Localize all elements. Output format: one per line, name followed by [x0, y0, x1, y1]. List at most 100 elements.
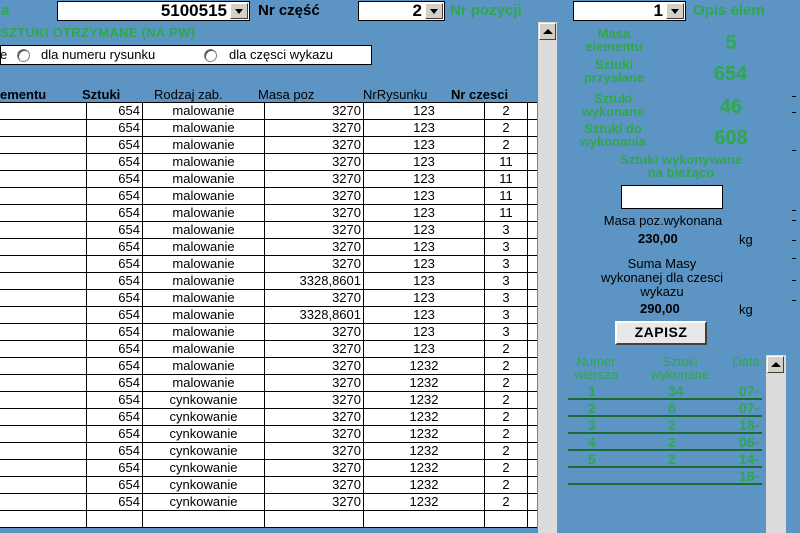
current-pieces-input[interactable] — [621, 185, 723, 209]
part-dropdown-arrow-icon[interactable] — [425, 3, 443, 19]
col-header-element: ementu — [0, 87, 47, 102]
edge-tick — [792, 220, 796, 221]
topbar-left-fragment: a — [1, 2, 10, 19]
save-button[interactable]: ZAPISZ — [615, 321, 707, 345]
cell-drawing: 123 — [363, 256, 484, 272]
table-row[interactable]: 654 malowanie 3270 123 11 — [0, 188, 537, 205]
cell-drawing: 123 — [363, 324, 484, 340]
cell-extra — [527, 409, 537, 425]
cell-part: 3 — [484, 222, 527, 238]
cell-protection: malowanie — [142, 358, 264, 374]
cell-part: 2 — [484, 120, 527, 136]
table-row[interactable]: 654 malowanie 3270 123 2 — [0, 103, 537, 120]
edge-tick — [792, 112, 796, 113]
cell-pieces — [86, 511, 142, 527]
sub-cell-date: 07- — [739, 383, 760, 399]
table-row[interactable]: 654 malowanie 3328,8601 123 3 — [0, 307, 537, 324]
table-row[interactable] — [0, 511, 537, 528]
cell-mass: 3270 — [264, 392, 363, 408]
table-row[interactable]: 654 malowanie 3328,8601 123 3 — [0, 273, 537, 290]
cell-mass: 3270 — [264, 426, 363, 442]
cell-protection: malowanie — [142, 290, 264, 306]
sub-table-row[interactable]: 1 34 07- — [568, 383, 762, 400]
cell-pieces: 654 — [86, 494, 142, 510]
position-combo[interactable]: 1 — [573, 1, 686, 21]
cell-protection: malowanie — [142, 171, 264, 187]
table-row[interactable]: 654 malowanie 3270 1232 2 — [0, 358, 537, 375]
cell-element — [0, 375, 86, 391]
table-row[interactable]: 654 malowanie 3270 123 2 — [0, 120, 537, 137]
table-row[interactable]: 654 malowanie 3270 123 11 — [0, 171, 537, 188]
cell-part: 3 — [484, 273, 527, 289]
table-row[interactable]: 654 malowanie 3270 123 2 — [0, 137, 537, 154]
radio-drawing-label: dla numeru rysunku — [41, 47, 156, 62]
cell-part: 2 — [484, 477, 527, 493]
table-row[interactable]: 654 malowanie 3270 123 3 — [0, 222, 537, 239]
table-row[interactable]: 654 cynkowanie 3270 1232 2 — [0, 494, 537, 511]
sub-table-row[interactable]: 4 2 06- — [568, 434, 762, 451]
position-dropdown-arrow-icon[interactable] — [666, 3, 684, 19]
cell-protection: cynkowanie — [142, 392, 264, 408]
kg-unit-1: kg — [739, 232, 753, 247]
scroll-up-icon[interactable] — [539, 23, 556, 40]
cell-pieces: 654 — [86, 324, 142, 340]
order-number-value: 5100515 — [160, 1, 227, 20]
cell-element — [0, 188, 86, 204]
cell-drawing: 1232 — [363, 409, 484, 425]
table-row[interactable]: 654 malowanie 3270 123 3 — [0, 256, 537, 273]
cell-element — [0, 154, 86, 170]
table-row[interactable]: 654 malowanie 3270 123 2 — [0, 341, 537, 358]
cell-drawing: 123 — [363, 239, 484, 255]
cell-extra — [527, 188, 537, 204]
table-row[interactable]: 654 cynkowanie 3270 1232 2 — [0, 443, 537, 460]
cell-drawing: 123 — [363, 137, 484, 153]
cell-extra — [527, 290, 537, 306]
radio-part-list[interactable] — [204, 49, 217, 62]
radio-drawing-number[interactable] — [17, 49, 30, 62]
table-row[interactable]: 654 cynkowanie 3270 1232 2 — [0, 477, 537, 494]
sub-table-row[interactable]: 5 2 14- — [568, 451, 762, 468]
cell-element — [0, 222, 86, 238]
cell-drawing: 123 — [363, 205, 484, 221]
table-row[interactable]: 654 malowanie 3270 123 3 — [0, 239, 537, 256]
cell-extra — [527, 239, 537, 255]
col-header-pieces: Sztuki — [82, 87, 121, 102]
sub-cell-date: 14- — [739, 451, 760, 467]
cell-extra — [527, 324, 537, 340]
sub-table-row[interactable]: 18- — [568, 468, 762, 485]
cell-element — [0, 290, 86, 306]
cell-part: 11 — [484, 154, 527, 170]
received-table: 654 malowanie 3270 123 2 654 malowanie 3270 123 2… — [0, 102, 537, 528]
table-row[interactable]: 654 malowanie 3270 123 11 — [0, 205, 537, 222]
table-row[interactable]: 654 cynkowanie 3270 1232 2 — [0, 426, 537, 443]
table-row[interactable]: 654 cynkowanie 3270 1232 2 — [0, 392, 537, 409]
cell-drawing: 1232 — [363, 392, 484, 408]
cell-part: 3 — [484, 256, 527, 272]
table-row[interactable]: 654 cynkowanie 3270 1232 2 — [0, 460, 537, 477]
cell-protection: malowanie — [142, 222, 264, 238]
cell-mass: 3270 — [264, 494, 363, 510]
order-dropdown-arrow-icon[interactable] — [230, 3, 248, 19]
cell-pieces: 654 — [86, 154, 142, 170]
table-scrollbar[interactable] — [537, 22, 557, 533]
sub-table-row[interactable]: 3 2 18- — [568, 417, 762, 434]
cell-protection: cynkowanie — [142, 494, 264, 510]
table-row[interactable]: 654 cynkowanie 3270 1232 2 — [0, 409, 537, 426]
table-row[interactable]: 654 malowanie 3270 123 11 — [0, 154, 537, 171]
cell-drawing: 1232 — [363, 477, 484, 493]
element-summary-panel: Masa elementu 5 Sztuki przysłane 654 Szt… — [562, 22, 800, 533]
table-row[interactable]: 654 malowanie 3270 123 3 — [0, 324, 537, 341]
cell-pieces: 654 — [86, 375, 142, 391]
table-row[interactable]: 654 malowanie 3270 1232 2 — [0, 375, 537, 392]
col-header-protection: Rodzaj zab. — [154, 87, 223, 102]
cell-extra — [527, 137, 537, 153]
cell-mass: 3270 — [264, 205, 363, 221]
cell-element — [0, 137, 86, 153]
part-combo[interactable]: 2 — [358, 1, 445, 21]
table-row[interactable]: 654 malowanie 3270 123 3 — [0, 290, 537, 307]
order-number-combo[interactable]: 5100515 — [57, 1, 250, 21]
sub-scroll-up-icon[interactable] — [767, 356, 784, 373]
edge-tick — [792, 258, 796, 259]
sub-table-row[interactable]: 2 6 07- — [568, 400, 762, 417]
sub-table-scrollbar[interactable] — [766, 355, 786, 533]
